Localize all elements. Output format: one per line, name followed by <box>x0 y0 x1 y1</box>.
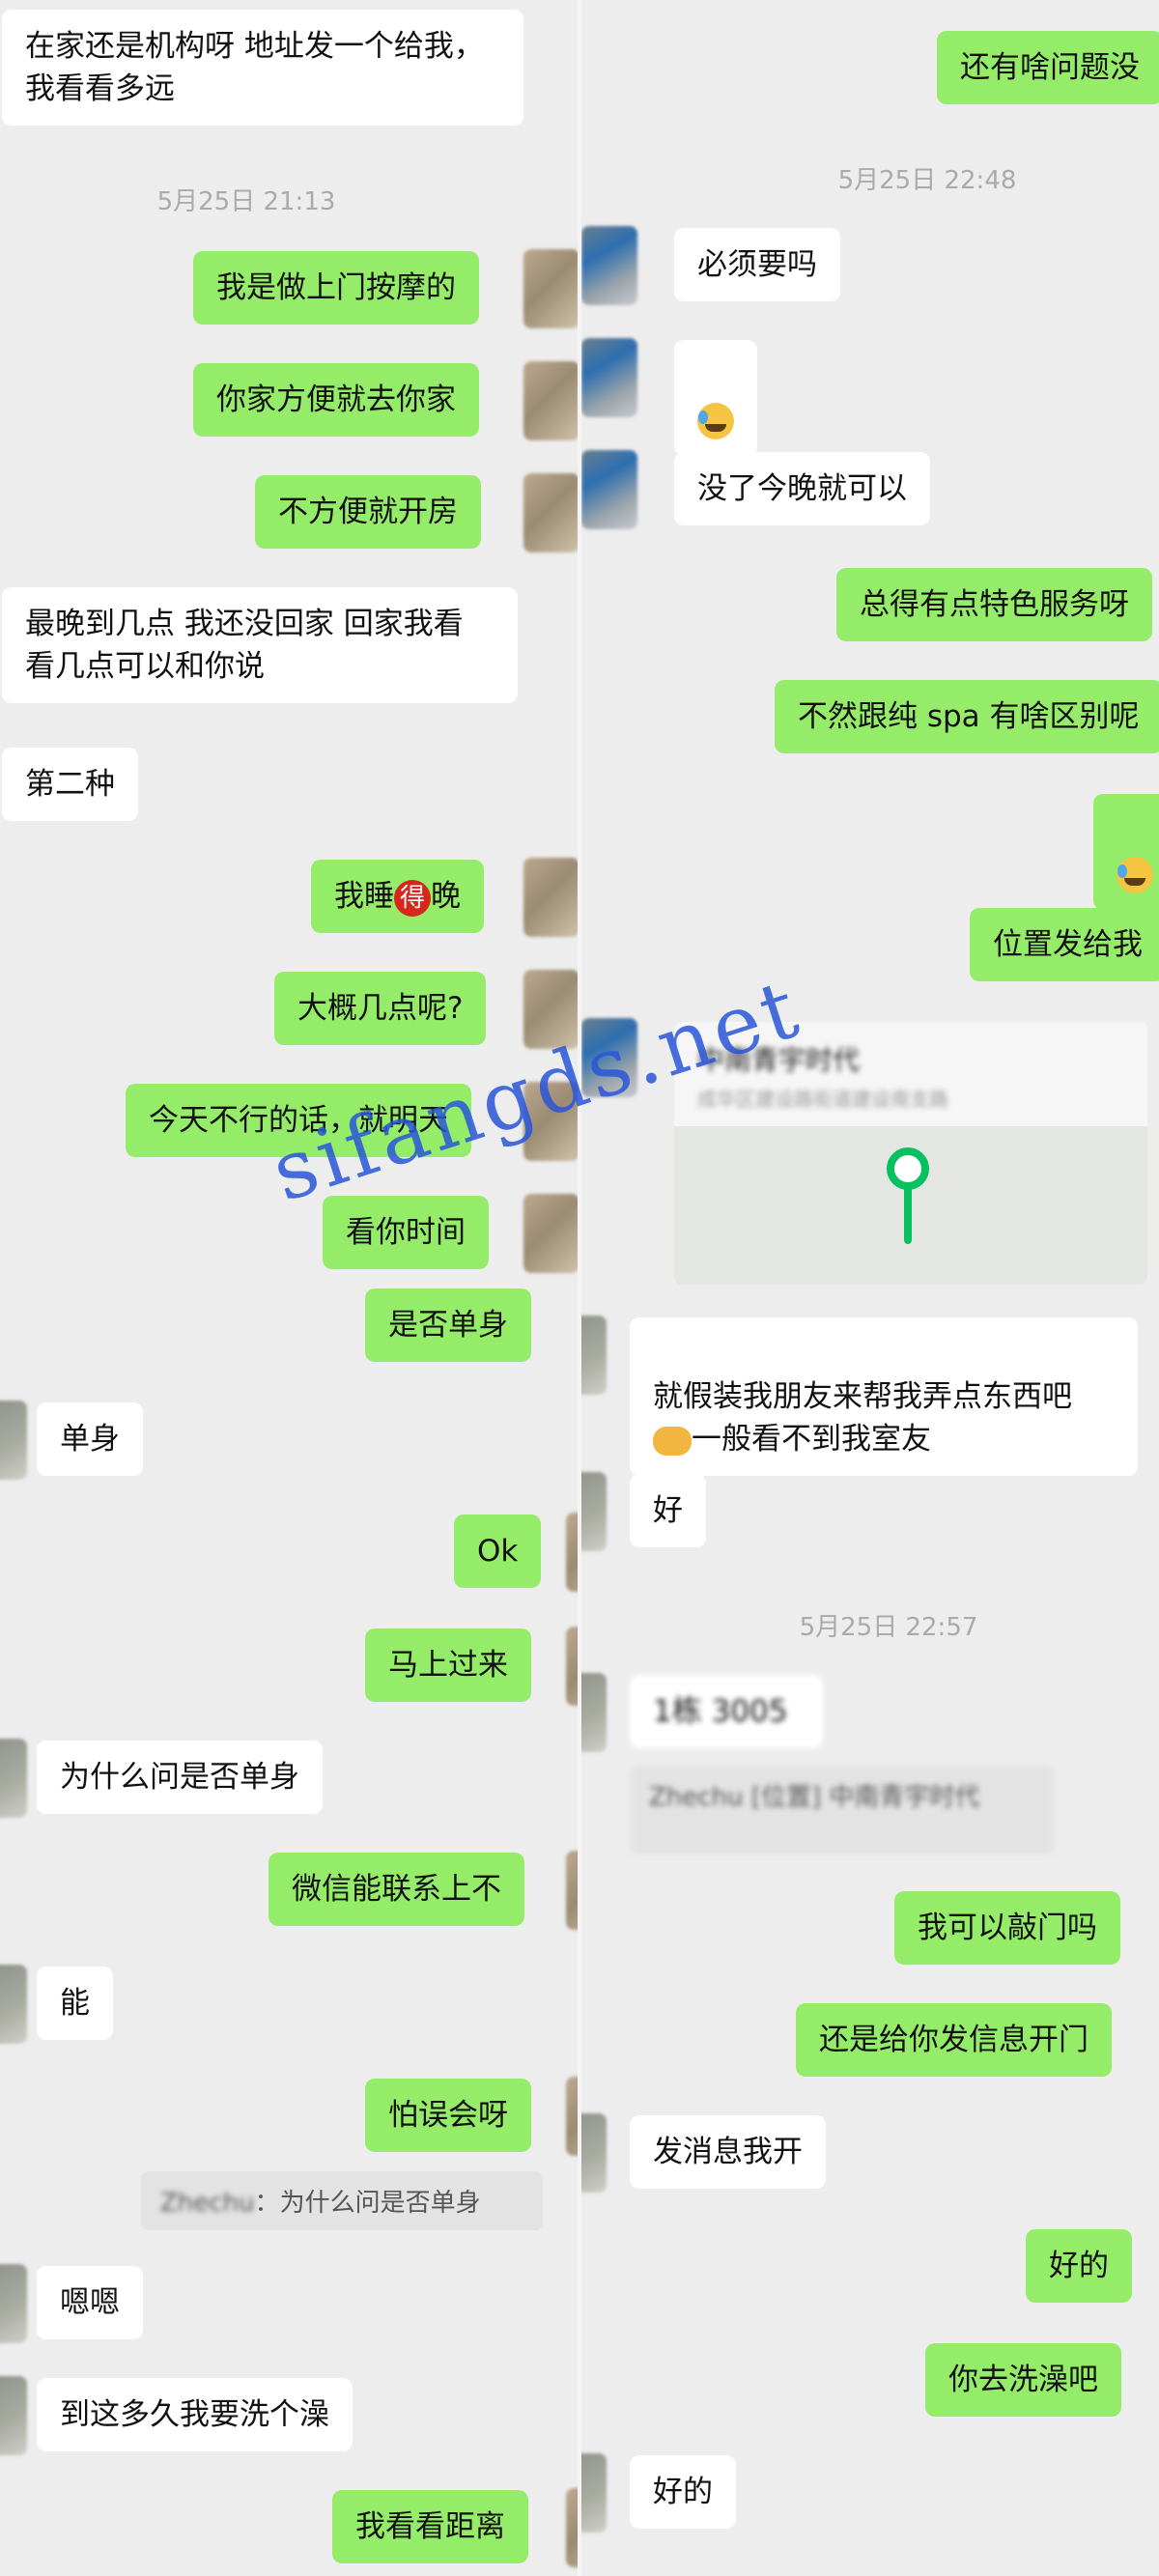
sent-message[interactable]: 不方便就开房 <box>255 475 481 549</box>
sent-message[interactable]: 怕误会呀 <box>365 2079 531 2152</box>
sent-message[interactable]: 不然跟纯 spa 有啥区别呢 <box>775 680 1159 753</box>
received-message[interactable]: 1栋 3005 <box>630 1675 823 1748</box>
contact-avatar[interactable] <box>0 2264 27 2343</box>
quote-separator: ： <box>254 2189 280 2218</box>
timestamp: 5月25日 22:48 <box>837 166 1017 195</box>
received-message[interactable]: 没了今晚就可以 <box>674 452 930 525</box>
contact-avatar[interactable] <box>581 338 637 417</box>
sent-message[interactable]: 是否单身 <box>365 1288 531 1362</box>
my-avatar[interactable] <box>523 858 580 937</box>
red-badge-character: 得 <box>394 879 431 917</box>
my-avatar[interactable] <box>523 249 580 328</box>
contact-avatar[interactable] <box>580 2113 607 2193</box>
received-message[interactable]: 为什么问是否单身 <box>37 1741 323 1814</box>
received-message[interactable]: 最晚到几点 我还没回家 回家我看 看几点可以和你说 <box>2 587 518 703</box>
message-line-2: 一般看不到我室友 <box>692 1422 931 1457</box>
received-message[interactable]: 必须要吗 <box>674 228 840 301</box>
my-avatar[interactable] <box>523 1194 580 1273</box>
quote-text: 为什么问是否单身 <box>279 2189 481 2218</box>
contact-avatar[interactable] <box>580 2453 607 2533</box>
received-message[interactable]: 好 <box>630 1474 706 1547</box>
contact-avatar[interactable] <box>580 1673 607 1752</box>
received-message[interactable]: 就假装我朋友来帮我弄点东西吧一般看不到我室友 <box>630 1317 1138 1476</box>
sent-message[interactable]: 微信能联系上不 <box>269 1853 524 1926</box>
sent-message[interactable]: 马上过来 <box>365 1628 531 1702</box>
sent-message[interactable]: 你家方便就去你家 <box>193 363 479 437</box>
quoted-message[interactable]: Zhechu：为什么问是否单身 <box>141 2171 543 2230</box>
my-avatar[interactable] <box>523 473 580 552</box>
location-pin-stem <box>904 1186 912 1244</box>
received-message[interactable]: 第二种 <box>2 748 138 821</box>
message-text: 晚 <box>431 879 461 914</box>
sent-message[interactable]: 大概几点呢? <box>274 972 487 1045</box>
contact-avatar[interactable] <box>0 1965 27 2044</box>
contact-avatar[interactable] <box>581 226 637 305</box>
contact-avatar[interactable] <box>581 450 637 529</box>
location-pin-icon <box>887 1147 929 1190</box>
received-message[interactable]: 能 <box>37 1967 113 2040</box>
received-message[interactable] <box>674 340 757 456</box>
my-avatar[interactable] <box>523 361 580 440</box>
location-address: 成华区建设路街道建设南支路 <box>697 1088 948 1111</box>
handshake-emoji-icon <box>653 1426 692 1456</box>
sent-message[interactable]: 好的 <box>1026 2229 1132 2303</box>
sent-message[interactable]: 总得有点特色服务呀 <box>836 568 1152 641</box>
sweat-laugh-emoji-icon <box>697 402 734 439</box>
contact-avatar[interactable] <box>580 1316 607 1395</box>
received-message[interactable]: 单身 <box>37 1402 143 1476</box>
received-message[interactable]: 好的 <box>630 2455 736 2529</box>
sent-message[interactable]: 还有啥问题没 <box>937 31 1159 104</box>
contact-avatar[interactable] <box>0 1739 27 1818</box>
contact-avatar[interactable] <box>0 1401 27 1480</box>
left-chat-screenshot: 在家还是机构呀 地址发一个给我， 我看看多远 5月25日 21:13 我是做上门… <box>0 0 580 2576</box>
sent-message[interactable]: 你去洗澡吧 <box>925 2343 1121 2417</box>
sent-message[interactable]: 还是给你发信息开门 <box>796 2003 1112 2077</box>
quoted-message[interactable]: Zhechu [位置] 中南青宇时代 <box>630 1766 1055 1854</box>
sweat-laugh-emoji-icon <box>1117 856 1153 893</box>
received-message[interactable]: 到这多久我要洗个澡 <box>37 2378 353 2451</box>
quote-text: [位置] 中南青宇时代 <box>750 1783 980 1812</box>
right-chat-screenshot: 还有啥问题没 5月25日 22:48 必须要吗 没了今晚就可以 总得有点特色服务… <box>580 0 1159 2576</box>
sent-message[interactable]: 位置发给我 <box>970 908 1159 981</box>
quote-sender: Zhechu <box>160 2189 255 2218</box>
sent-message[interactable]: 我是做上门按摩的 <box>193 251 479 325</box>
received-message[interactable]: 嗯嗯 <box>37 2266 143 2339</box>
location-map[interactable] <box>674 1126 1147 1285</box>
received-message[interactable]: 发消息我开 <box>630 2115 826 2189</box>
message-text: 我睡 <box>334 879 394 914</box>
quote-sender: Zhechu <box>649 1783 744 1812</box>
contact-avatar[interactable] <box>580 1472 607 1551</box>
received-message[interactable]: 在家还是机构呀 地址发一个给我， 我看看多远 <box>2 10 523 126</box>
sent-message[interactable]: 我可以敲门吗 <box>894 1891 1120 1965</box>
sent-message[interactable]: Ok <box>454 1514 542 1588</box>
sent-message[interactable]: 我看看距离 <box>332 2490 528 2563</box>
sent-message[interactable]: 我睡得晚 <box>311 860 484 933</box>
screenshot-divider <box>578 0 581 2576</box>
timestamp: 5月25日 22:57 <box>799 1613 978 1642</box>
sent-message[interactable] <box>1093 794 1159 910</box>
sent-message[interactable]: 看你时间 <box>323 1196 489 1269</box>
timestamp: 5月25日 21:13 <box>156 187 336 216</box>
message-line-1: 就假装我朋友来帮我弄点东西吧 <box>653 1379 1072 1414</box>
contact-avatar[interactable] <box>0 2376 27 2455</box>
